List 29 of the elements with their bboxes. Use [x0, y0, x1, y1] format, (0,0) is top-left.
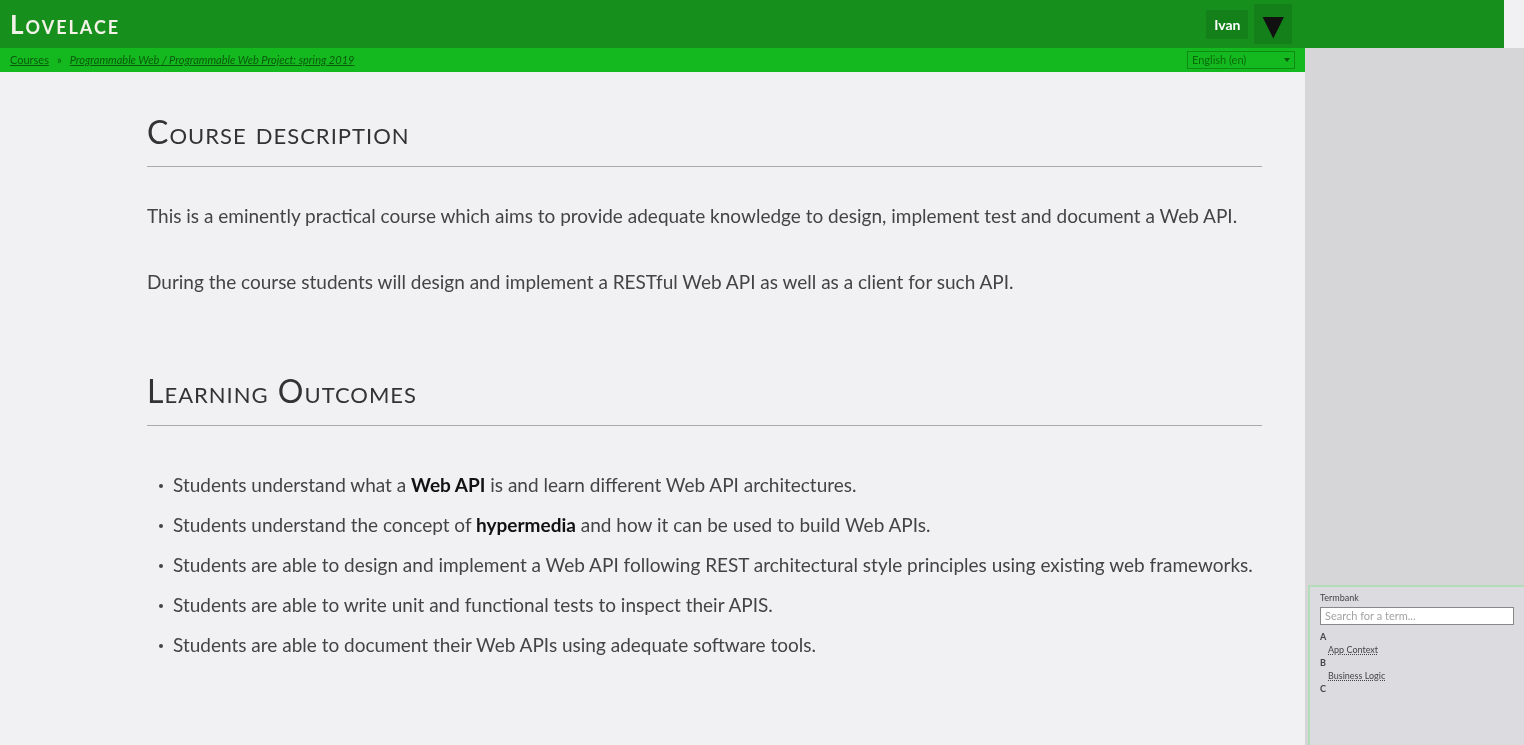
- term-link[interactable]: App Context: [1320, 642, 1379, 657]
- language-select[interactable]: English (en): [1187, 51, 1295, 69]
- term-link[interactable]: Business Logic: [1320, 668, 1386, 683]
- breadcrumb-link[interactable]: Programmable Web / Programmable Web Project: spring 2019: [69, 51, 1179, 69]
- bullet-icon: [159, 524, 163, 528]
- section-heading: Course description: [147, 108, 1262, 167]
- breadcrumb-separator: »: [56, 51, 62, 68]
- paragraph: This is a eminently practical course which aims to provide adequate knowledge to design, implement test and document a Web API.: [147, 203, 1239, 229]
- bullet-icon: [159, 644, 163, 648]
- site-logo[interactable]: Lovelace: [10, 4, 1207, 44]
- menu-toggle[interactable]: ▼: [1254, 4, 1292, 44]
- list-item-text: Students are able to design and implement a Web API following REST architectural style principles using existing web frameworks.: [173, 552, 1253, 578]
- letter-heading: B: [1320, 656, 1327, 669]
- list-item-text: Students are able to document their Web APIs using adequate software tools.: [173, 632, 816, 658]
- search-field[interactable]: Search for a term...: [1320, 606, 1514, 625]
- bullet-icon: [159, 564, 163, 568]
- termbank-title: Termbank: [1320, 591, 1360, 605]
- letter-heading: A: [1320, 630, 1328, 643]
- bullet-icon: [159, 484, 163, 488]
- user-name[interactable]: Ivan: [1206, 9, 1249, 39]
- section-heading: Learning Outcomes: [147, 367, 1262, 426]
- dropdown-caret-icon: [1284, 58, 1290, 62]
- list-item-text: Students are able to write unit and functional tests to inspect their APIS.: [173, 592, 773, 618]
- breadcrumb-link[interactable]: Courses: [10, 51, 49, 69]
- paragraph: During the course students will design and implement a RESTful Web API as well as a client for such API.: [147, 269, 1015, 295]
- list-item-text: Students understand the concept of hypermedia and how it can be used to build Web APIs.: [173, 512, 931, 538]
- bullet-icon: [159, 604, 163, 608]
- list-item-text: Students understand what a Web API is and learn different Web API architectures.: [173, 472, 857, 498]
- letter-heading: C: [1320, 682, 1327, 695]
